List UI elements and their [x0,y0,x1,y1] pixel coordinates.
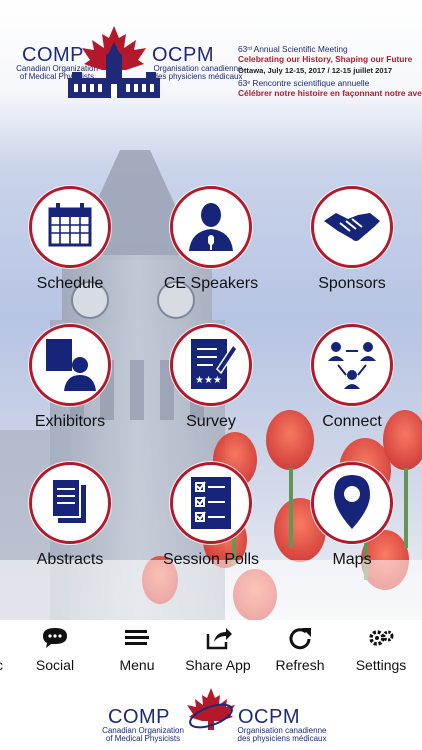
bottom-nav: c Social Menu Share App Refresh [0,620,422,682]
tile-abstracts[interactable]: Abstracts [0,458,140,578]
svg-text:★★★: ★★★ [195,375,222,386]
meeting-en-title: 63rd Annual Scientific Meeting [238,44,348,54]
comp-ocpm-logo: COMP OCPM Canadian Organization of Medic… [0,26,242,108]
nav-item-share-app[interactable]: Share App [176,620,260,682]
tile-maps-label: Maps [332,551,372,568]
connect-icon [328,342,376,389]
nav-menu-label: Menu [119,657,155,673]
tile-connect-label: Connect [322,413,382,430]
nav-item-menu[interactable]: Menu [95,620,179,682]
footer-logo: COMP OCPM Canadian Organization of Medic… [0,682,422,750]
survey-icon: ★★★ [191,339,238,389]
tile-schedule[interactable]: Schedule [0,182,140,302]
header: COMP OCPM Canadian Organization of Medic… [0,0,422,112]
nav-item-partial-label[interactable]: c [0,657,3,673]
tile-ce-speakers-label: CE Speakers [163,275,259,292]
speaker-icon [189,203,233,251]
calendar-icon [48,203,92,247]
footer-maple-leaf-icon [187,688,235,730]
abstracts-icon [51,478,86,523]
meeting-fr-theme: Célébrer notre histoire en façonnant not… [238,88,422,98]
nav-refresh-label: Refresh [275,657,325,673]
tile-exhibitors-label: Exhibitors [34,413,106,430]
chat-icon [43,628,67,648]
meeting-fr-title: 63e Rencontre scientifique annuelle [238,78,370,88]
map-pin-icon [334,475,370,529]
maple-leaf-icon [68,26,160,98]
tile-maps[interactable]: Maps [282,458,422,578]
gears-icon [369,630,394,646]
tile-schedule-label: Schedule [36,275,104,292]
tile-session-polls-label: Session Polls [162,551,260,568]
nav-social-label: Social [35,657,75,673]
tile-session-polls[interactable]: Session Polls [141,458,281,578]
nav-share-app-label: Share App [185,657,251,673]
exhibitor-icon [46,339,96,391]
meeting-info: 63rd Annual Scientific Meeting Celebrati… [238,44,422,98]
menu-icon [125,630,149,645]
tile-connect[interactable]: Connect [282,320,422,440]
meeting-en-theme: Celebrating our History, Shaping our Fut… [238,54,413,64]
tile-exhibitors[interactable]: Exhibitors [0,320,140,440]
polls-icon [191,477,231,529]
meeting-dates: Ottawa, July 12-15, 2017 / 12-15 juillet… [238,66,393,75]
tile-abstracts-label: Abstracts [36,551,104,568]
refresh-icon [289,628,311,650]
nav-item-social[interactable]: Social [13,620,97,682]
tile-survey[interactable]: ★★★ Survey [141,320,281,440]
handshake-icon [324,213,380,241]
nav-settings-label: Settings [355,657,407,673]
nav-item-refresh[interactable]: Refresh [258,620,342,682]
share-icon [206,628,232,650]
tile-sponsors-label: Sponsors [318,275,386,292]
tile-ce-speakers[interactable]: CE Speakers [141,182,281,302]
tile-survey-label: Survey [186,413,236,430]
tile-sponsors[interactable]: Sponsors [282,182,422,302]
nav-item-settings[interactable]: Settings [339,620,422,682]
